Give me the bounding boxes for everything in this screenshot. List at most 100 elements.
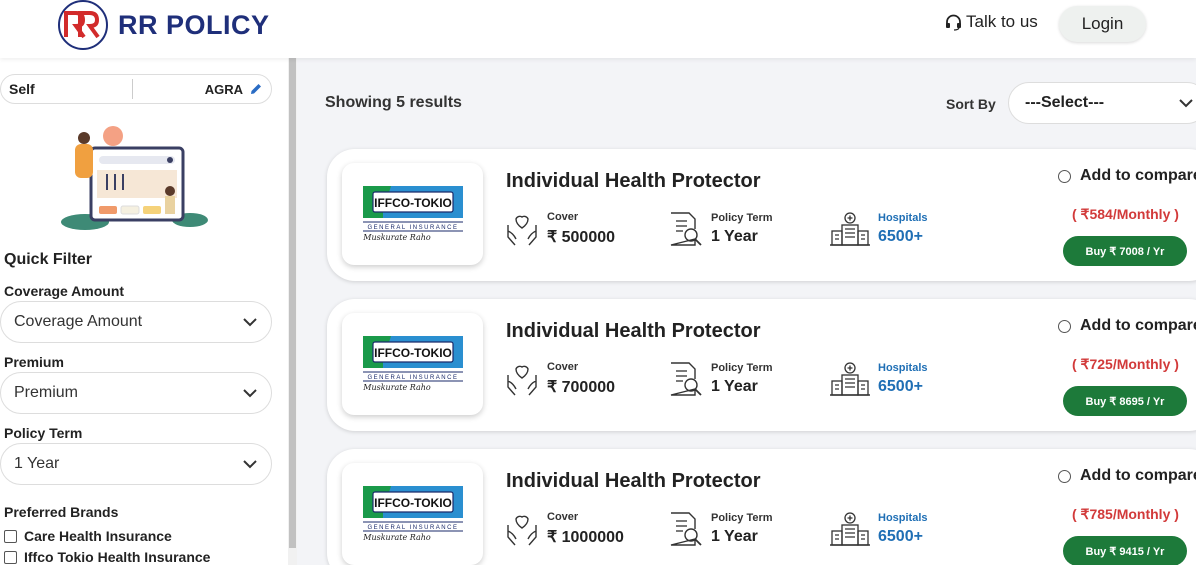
chevron-down-icon — [243, 388, 257, 397]
talk-to-us-link[interactable]: Talk to us — [945, 12, 1038, 32]
brand-label: Care Health Insurance — [24, 528, 172, 544]
buy-button[interactable]: Buy ₹ 9415 / Yr — [1063, 536, 1187, 565]
coverage-amount-select[interactable]: Coverage Amount — [0, 301, 272, 343]
top-header: RR POLICY Talk to us Login — [0, 0, 1196, 58]
brand-name: RR POLICY — [118, 9, 270, 40]
hospitals-value[interactable]: 6500+ — [878, 528, 928, 546]
buy-button[interactable]: Buy ₹ 8695 / Yr — [1063, 386, 1187, 416]
term-label: Policy Term — [711, 512, 773, 524]
plan-name[interactable]: Individual Health Protector — [506, 170, 760, 193]
svg-text:GENERAL INSURANCE: GENERAL INSURANCE — [367, 225, 458, 231]
member-location-box[interactable]: Self AGRA — [0, 74, 272, 104]
cover-label: Cover — [547, 361, 579, 373]
chevron-down-icon — [243, 459, 257, 468]
brand-option-care[interactable]: Care Health Insurance — [4, 528, 172, 544]
results-panel: Showing 5 results Sort By ---Select--- I… — [297, 58, 1196, 565]
sort-by-label: Sort By — [946, 96, 996, 112]
svg-text:GENERAL INSURANCE: GENERAL INSURANCE — [367, 525, 458, 531]
hospital-icon — [830, 362, 870, 396]
hands-heart-icon — [507, 215, 537, 246]
cover-label: Cover — [547, 511, 579, 523]
buy-button[interactable]: Buy ₹ 7008 / Yr — [1063, 236, 1187, 266]
term-value: 1 Year — [711, 528, 758, 545]
monthly-price: ( ₹584/Monthly ) — [1072, 206, 1179, 222]
compare-label: Add to compare — [1080, 467, 1196, 484]
cover-label: Cover — [547, 211, 579, 223]
compare-radio[interactable] — [1058, 169, 1071, 183]
plan-card: IFFCO-TOKIO GENERAL INSURANCE Muskurate … — [327, 449, 1196, 565]
hospitals-info: Hospitals 6500+ — [830, 211, 928, 247]
term-label: Policy Term — [711, 212, 773, 224]
iffco-tokio-logo: IFFCO-TOKIO GENERAL INSURANCE Muskurate … — [362, 486, 463, 542]
add-to-compare[interactable]: Add to compare — [1058, 317, 1196, 335]
compare-label: Add to compare — [1080, 167, 1196, 184]
coverage-select-value: Coverage Amount — [14, 313, 143, 330]
cover-info: Cover ₹ 700000 — [505, 361, 615, 397]
svg-text:Muskurate Raho: Muskurate Raho — [362, 233, 431, 242]
term-info: Policy Term 1 Year — [667, 511, 773, 547]
policy-term-filter-label: Policy Term — [4, 425, 83, 441]
brand-option-iffco[interactable]: Iffco Tokio Health Insurance — [4, 549, 210, 565]
svg-text:IFFCO-TOKIO: IFFCO-TOKIO — [374, 496, 452, 510]
sidebar-scrollbar[interactable] — [288, 58, 297, 565]
svg-text:Muskurate Raho: Muskurate Raho — [362, 533, 431, 542]
term-info: Policy Term 1 Year — [667, 361, 773, 397]
iffco-tokio-logo: IFFCO-TOKIO GENERAL INSURANCE Muskurate … — [362, 186, 463, 242]
plan-name[interactable]: Individual Health Protector — [506, 320, 760, 343]
hospitals-label: Hospitals — [878, 212, 928, 224]
sort-select-value: ---Select--- — [1025, 94, 1105, 111]
monthly-price: ( ₹785/Monthly ) — [1072, 506, 1179, 522]
iffco-tokio-logo: IFFCO-TOKIO GENERAL INSURANCE Muskurate … — [362, 336, 463, 392]
talk-label: Talk to us — [966, 12, 1038, 31]
policy-term-select[interactable]: 1 Year — [0, 443, 272, 485]
premium-select-value: Premium — [14, 384, 79, 401]
compare-label: Add to compare — [1080, 317, 1196, 334]
brand-label: Iffco Tokio Health Insurance — [24, 549, 211, 565]
preferred-brands-title: Preferred Brands — [4, 504, 119, 520]
premium-select[interactable]: Premium — [0, 372, 272, 414]
hospitals-value[interactable]: 6500+ — [878, 378, 928, 396]
compare-radio[interactable] — [1058, 469, 1071, 483]
brand-logo[interactable]: RR POLICY — [58, 0, 270, 50]
city-label: AGRA — [204, 81, 243, 97]
document-search-icon — [670, 362, 702, 396]
svg-text:GENERAL INSURANCE: GENERAL INSURANCE — [367, 375, 458, 381]
monthly-price: ( ₹725/Monthly ) — [1072, 356, 1179, 372]
headset-icon — [946, 14, 961, 31]
term-value: 1 Year — [711, 228, 758, 245]
compare-radio[interactable] — [1058, 319, 1071, 333]
plan-name[interactable]: Individual Health Protector — [506, 470, 760, 493]
chevron-down-icon — [1179, 98, 1193, 107]
cover-value: ₹ 500000 — [547, 229, 616, 246]
plan-card: IFFCO-TOKIO GENERAL INSURANCE Muskurate … — [327, 149, 1196, 281]
plan-card: IFFCO-TOKIO GENERAL INSURANCE Muskurate … — [327, 299, 1196, 431]
hospitals-label: Hospitals — [878, 362, 928, 374]
hands-heart-icon — [507, 365, 537, 396]
sort-by-select[interactable]: ---Select--- — [1008, 82, 1196, 124]
filter-sidebar: Self AGRA Quick Filter Coverage Amount C… — [0, 58, 288, 565]
login-button[interactable]: Login — [1059, 6, 1146, 42]
document-search-icon — [670, 512, 702, 546]
hospitals-value[interactable]: 6500+ — [878, 228, 928, 246]
member-label: Self — [1, 79, 133, 99]
svg-text:Muskurate Raho: Muskurate Raho — [362, 383, 431, 392]
coverage-filter-label: Coverage Amount — [4, 283, 125, 299]
document-search-icon — [670, 212, 702, 246]
insurer-logo: IFFCO-TOKIO GENERAL INSURANCE Muskurate … — [342, 463, 483, 565]
scrollbar-thumb[interactable] — [289, 58, 296, 548]
pencil-icon[interactable] — [249, 82, 263, 96]
rr-logo-icon — [58, 0, 108, 50]
brand-checkbox[interactable] — [4, 529, 17, 543]
filter-illustration — [61, 126, 208, 230]
insurer-logo: IFFCO-TOKIO GENERAL INSURANCE Muskurate … — [342, 313, 483, 415]
hospitals-label: Hospitals — [878, 512, 928, 524]
hospitals-info: Hospitals 6500+ — [830, 511, 928, 547]
cover-value: ₹ 700000 — [547, 379, 616, 396]
brand-checkbox[interactable] — [4, 550, 17, 564]
quick-filter-title: Quick Filter — [4, 251, 93, 268]
city-selector[interactable]: AGRA — [133, 82, 271, 97]
term-label: Policy Term — [711, 362, 773, 374]
results-count: Showing 5 results — [325, 94, 462, 111]
add-to-compare[interactable]: Add to compare — [1058, 467, 1196, 485]
add-to-compare[interactable]: Add to compare — [1058, 167, 1196, 185]
